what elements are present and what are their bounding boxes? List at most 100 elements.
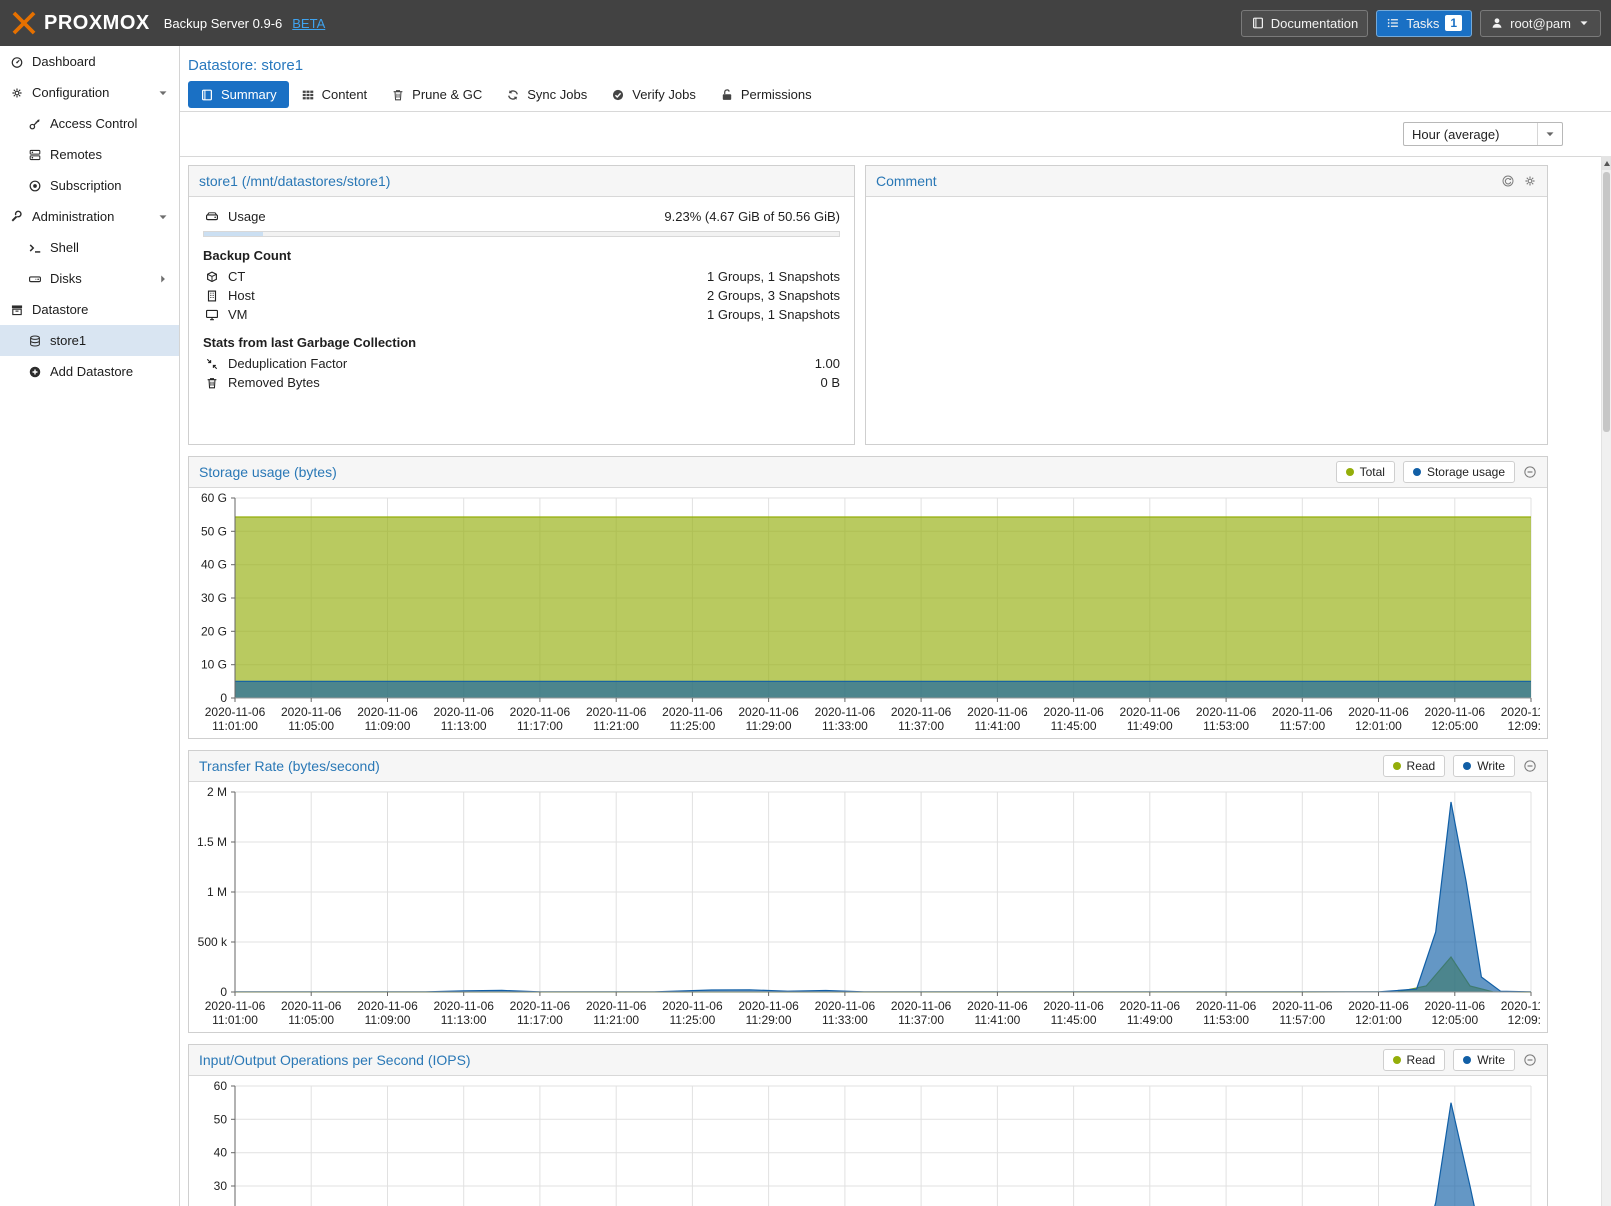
tab-summary[interactable]: Summary [188,81,289,108]
backup-count-heading: Backup Count [203,248,840,263]
row-value: 1 Groups, 1 Snapshots [707,307,840,322]
svg-text:2 M: 2 M [207,785,227,799]
svg-text:30: 30 [214,1179,228,1193]
removed-bytes-row: Removed Bytes0 B [203,373,840,392]
refresh-icon[interactable] [1501,174,1515,188]
legend-read-button[interactable]: Read [1383,1049,1446,1071]
svg-text:2020-11-06: 2020-11-06 [1043,999,1104,1013]
chart-panel-input-output-operations-per-second-iops: Input/Output Operations per Second (IOPS… [188,1044,1548,1206]
time-range-select[interactable]: Hour (average) [1403,122,1563,146]
trash-icon [391,88,405,102]
documentation-button[interactable]: Documentation [1241,10,1368,37]
vertical-scrollbar[interactable] [1601,156,1611,1206]
sync-icon [506,88,520,102]
time-range-value: Hour (average) [1412,127,1499,142]
sidebar-item-configuration[interactable]: Configuration [0,77,179,108]
usage-row: Usage 9.23% (4.67 GiB of 50.56 GiB) [203,207,840,226]
legend-write-button[interactable]: Write [1453,1049,1515,1071]
legend-label: Read [1407,1053,1436,1067]
sidebar-item-remotes[interactable]: Remotes [0,139,179,170]
sidebar-item-disks[interactable]: Disks [0,263,179,294]
sidebar-item-subscription[interactable]: Subscription [0,170,179,201]
proxmox-logo: PROXMOX [10,9,150,37]
collapse-panel-icon[interactable] [1523,1053,1537,1067]
svg-text:11:57:00: 11:57:00 [1279,719,1325,733]
usage-value: 9.23% (4.67 GiB of 50.56 GiB) [664,209,840,224]
legend-label: Write [1477,759,1505,773]
brand-name: PROXMOX [44,12,150,35]
usage-progress-bar [203,231,840,237]
gc-stats-heading: Stats from last Garbage Collection [203,335,840,350]
svg-text:40 G: 40 G [201,558,227,572]
svg-text:0: 0 [220,691,227,705]
sidebar-item-dashboard[interactable]: Dashboard [0,46,179,77]
svg-text:500 k: 500 k [198,935,228,949]
gear-icon[interactable] [1523,174,1537,188]
sidebar-item-access-control[interactable]: Access Control [0,108,179,139]
legend-read-button[interactable]: Read [1383,755,1446,777]
svg-text:2020-11-06: 2020-11-06 [1501,705,1540,719]
sidebar-item-administration[interactable]: Administration [0,201,179,232]
svg-text:2020-11-06: 2020-11-06 [1348,999,1409,1013]
svg-text:11:05:00: 11:05:00 [288,719,334,733]
collapse-panel-icon[interactable] [1523,759,1537,773]
svg-text:60 G: 60 G [201,491,227,505]
svg-text:2020-11-06: 2020-11-06 [1272,999,1333,1013]
svg-text:11:09:00: 11:09:00 [365,719,411,733]
tasks-button[interactable]: Tasks 1 [1376,10,1472,37]
tab-label: Permissions [741,87,812,102]
svg-text:12:09:00: 12:09:00 [1508,1013,1540,1027]
row-value: 1.00 [815,356,840,371]
legend-total-button[interactable]: Total [1336,461,1395,483]
caret-right-icon[interactable] [154,272,171,286]
tab-verify-jobs[interactable]: Verify Jobs [599,81,708,108]
row-label: VM [228,307,248,322]
svg-text:50 G: 50 G [201,524,227,538]
svg-text:2020-11-06: 2020-11-06 [662,705,723,719]
svg-text:2020-11-06: 2020-11-06 [281,999,342,1013]
collapse-panel-icon[interactable] [1523,465,1537,479]
datastore-summary-panel: store1 (/mnt/datastores/store1) Usage 9.… [188,165,855,445]
tab-sync-jobs[interactable]: Sync Jobs [494,81,599,108]
svg-text:11:41:00: 11:41:00 [974,1013,1020,1027]
legend-storage-usage-button[interactable]: Storage usage [1403,461,1515,483]
sidebar-item-shell[interactable]: Shell [0,232,179,263]
svg-text:50: 50 [214,1112,228,1126]
svg-text:12:05:00: 12:05:00 [1431,719,1478,733]
legend-color-dot [1346,468,1354,476]
beta-link[interactable]: BETA [292,16,325,31]
legend-write-button[interactable]: Write [1453,755,1515,777]
sidebar-item-label: Dashboard [32,54,96,69]
tab-permissions[interactable]: Permissions [708,81,824,108]
caret-down-icon[interactable] [154,210,171,224]
tab-prune-gc[interactable]: Prune & GC [379,81,494,108]
tab-content[interactable]: Content [289,81,380,108]
comment-panel-title: Comment [876,173,937,189]
book-icon [200,88,214,102]
svg-text:11:53:00: 11:53:00 [1203,719,1249,733]
comment-content[interactable] [866,197,1547,444]
scrollbar-thumb[interactable] [1603,172,1610,432]
chart-tools: Read Write [1383,755,1537,777]
scrollbar-up-arrow[interactable] [1602,156,1611,170]
svg-text:1 M: 1 M [207,885,227,899]
svg-text:2020-11-06: 2020-11-06 [357,705,418,719]
tab-label: Content [322,87,368,102]
chart-tools: Total Storage usage [1336,461,1537,483]
tab-label: Summary [221,87,277,102]
sidebar-item-add-datastore[interactable]: Add Datastore [0,356,179,387]
svg-text:11:41:00: 11:41:00 [974,719,1020,733]
sidebar-item-datastore[interactable]: Datastore [0,294,179,325]
svg-text:11:01:00: 11:01:00 [212,719,258,733]
book-icon [1251,16,1265,30]
user-menu-button[interactable]: root@pam [1480,10,1601,37]
svg-text:11:21:00: 11:21:00 [593,719,639,733]
caret-down-icon[interactable] [154,86,171,100]
svg-text:2020-11-06: 2020-11-06 [281,705,342,719]
sidebar-item-store1[interactable]: store1 [0,325,179,356]
svg-text:11:57:00: 11:57:00 [1279,1013,1325,1027]
svg-text:2020-11-06: 2020-11-06 [1043,705,1104,719]
svg-text:2020-11-06: 2020-11-06 [1501,999,1540,1013]
legend-label: Read [1407,759,1436,773]
panel-header: Comment [866,166,1547,197]
